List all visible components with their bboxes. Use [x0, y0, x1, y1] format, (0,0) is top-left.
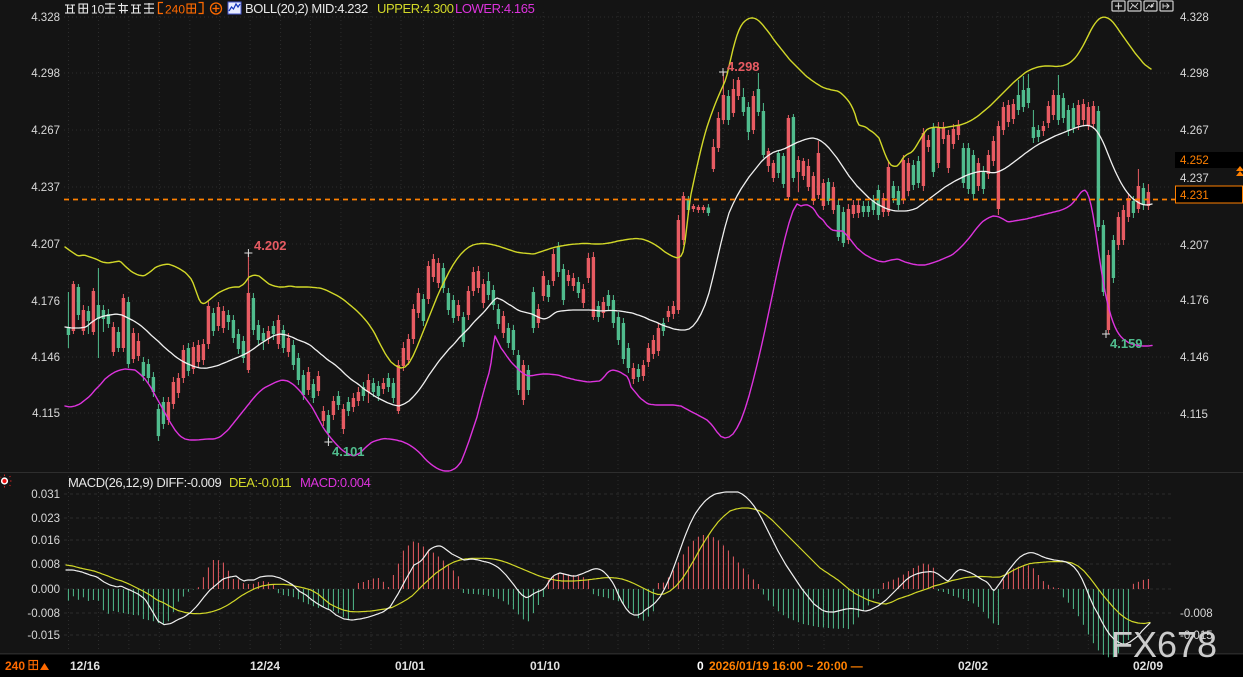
svg-text:0.016: 0.016 — [31, 535, 60, 547]
svg-text:4.298: 4.298 — [1180, 68, 1209, 80]
svg-text:4.298: 4.298 — [31, 68, 60, 80]
svg-text:-0.008: -0.008 — [1180, 608, 1213, 620]
svg-text:4.176: 4.176 — [1180, 295, 1209, 307]
svg-text:4.252: 4.252 — [1180, 155, 1209, 167]
svg-text:LOWER:4.165: LOWER:4.165 — [455, 1, 535, 16]
svg-text:0.031: 0.031 — [31, 489, 60, 501]
svg-text:12/16: 12/16 — [70, 659, 100, 673]
svg-text:4.328: 4.328 — [31, 12, 60, 24]
svg-text:02/02: 02/02 — [958, 659, 988, 673]
svg-text:4.101: 4.101 — [332, 444, 365, 459]
svg-text:4.146: 4.146 — [31, 352, 60, 364]
svg-text:UPPER:4.300: UPPER:4.300 — [377, 1, 454, 16]
svg-text:4.237: 4.237 — [31, 182, 60, 194]
svg-text:12/24: 12/24 — [250, 659, 280, 673]
svg-text:4.237: 4.237 — [1180, 173, 1209, 185]
svg-text:4.267: 4.267 — [31, 125, 60, 137]
svg-text:4.202: 4.202 — [254, 238, 287, 253]
svg-text:FX678: FX678 — [1111, 624, 1217, 665]
svg-text:4.328: 4.328 — [1180, 12, 1209, 24]
svg-text:4.267: 4.267 — [1180, 125, 1209, 137]
svg-text:0.008: 0.008 — [31, 559, 60, 571]
svg-text:4.207: 4.207 — [1180, 240, 1209, 252]
svg-text:4.231: 4.231 — [1180, 190, 1209, 202]
svg-text:2026/01/19 16:00 ~ 20:00 —: 2026/01/19 16:00 ~ 20:00 — — [709, 659, 863, 673]
svg-text:4.159: 4.159 — [1110, 336, 1143, 351]
svg-text:4.176: 4.176 — [31, 296, 60, 308]
svg-text:01/01: 01/01 — [395, 659, 425, 673]
svg-text:BOLL(20,2) MID:4.232: BOLL(20,2) MID:4.232 — [245, 1, 368, 16]
svg-text:01/10: 01/10 — [530, 659, 560, 673]
svg-text:-0.015: -0.015 — [27, 630, 60, 642]
svg-text:240: 240 — [5, 659, 25, 673]
svg-text:4.115: 4.115 — [32, 408, 60, 420]
svg-text:02/09: 02/09 — [1133, 659, 1163, 673]
svg-text:MACD:0.004: MACD:0.004 — [300, 475, 371, 490]
svg-text:4.207: 4.207 — [31, 239, 60, 251]
svg-text:0.023: 0.023 — [31, 513, 60, 525]
svg-text:0.000: 0.000 — [31, 584, 60, 596]
svg-text:-0.008: -0.008 — [27, 608, 60, 620]
svg-text:4.115: 4.115 — [1180, 409, 1208, 421]
svg-text:DEA:-0.011: DEA:-0.011 — [229, 475, 291, 490]
svg-text:0: 0 — [697, 659, 704, 673]
svg-text:4.298: 4.298 — [727, 59, 760, 74]
svg-text:10: 10 — [91, 3, 105, 17]
svg-text:240: 240 — [165, 3, 185, 17]
svg-text:4.146: 4.146 — [1180, 352, 1209, 364]
svg-text:MACD(26,12,9) DIFF:-0.009: MACD(26,12,9) DIFF:-0.009 — [68, 475, 221, 490]
